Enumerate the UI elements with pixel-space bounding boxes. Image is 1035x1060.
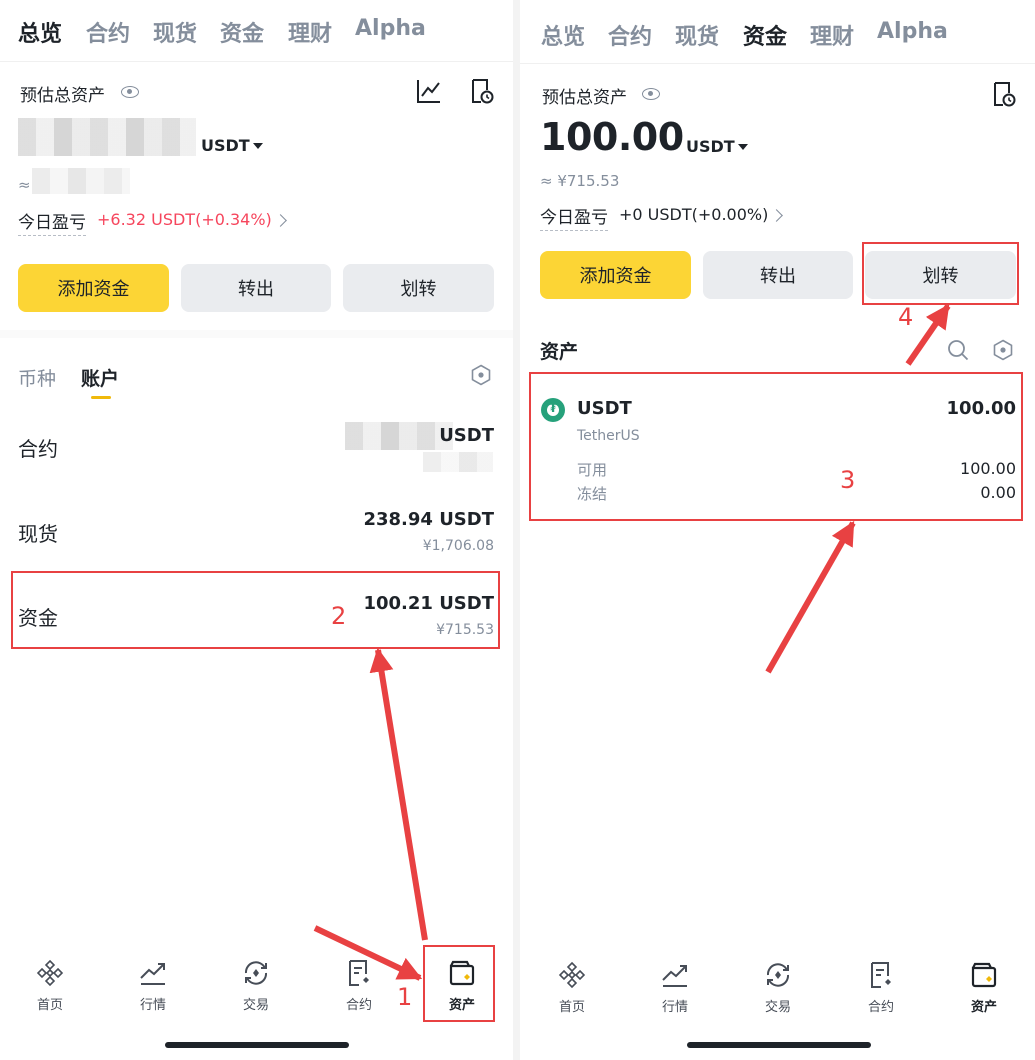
account-futures-label[interactable]: 合约: [18, 433, 58, 462]
tab-earn[interactable]: 理财: [810, 19, 854, 51]
hidden-cny-value: [32, 168, 130, 194]
section-divider: [0, 330, 513, 338]
hidden-futures-amount: [345, 422, 453, 450]
nav-markets[interactable]: 行情: [113, 958, 193, 1013]
search-icon[interactable]: [947, 339, 969, 361]
nav-trade[interactable]: 交易: [216, 958, 296, 1013]
pnl-value: +0 USDT(+0.00%): [619, 205, 769, 224]
currency-unit[interactable]: USDT: [686, 137, 735, 156]
wallet-icon: [971, 962, 997, 988]
caret-down-icon[interactable]: [738, 144, 748, 150]
trade-icon: [766, 963, 790, 987]
futures-icon: [349, 960, 369, 986]
approx-cny: ≈ ¥715.53: [540, 172, 620, 190]
highlight-usdt-card[interactable]: [529, 372, 1023, 521]
pnl-value: +6.32 USDT(+0.34%): [97, 210, 272, 229]
home-indicator: [165, 1042, 349, 1048]
nav-markets[interactable]: 行情: [635, 960, 715, 1015]
withdraw-button[interactable]: 转出: [181, 264, 331, 312]
markets-icon: [662, 965, 687, 987]
tab-futures[interactable]: 合约: [608, 19, 652, 51]
highlight-funding-row[interactable]: [11, 571, 500, 649]
nav-home[interactable]: 首页: [10, 958, 90, 1013]
tab-alpha[interactable]: Alpha: [877, 19, 948, 44]
tab-funding[interactable]: 资金: [743, 19, 787, 51]
withdraw-button[interactable]: 转出: [703, 251, 853, 299]
top-tabs: 总览 合约 现货 资金 理财 Alpha: [0, 0, 513, 62]
chart-icon[interactable]: [416, 78, 442, 104]
tab-overview[interactable]: 总览: [541, 19, 585, 51]
annotation-4: 4: [898, 303, 914, 331]
estimated-assets-label: 预估总资产: [542, 88, 627, 108]
chevron-right-icon[interactable]: [274, 214, 287, 227]
pnl-label[interactable]: 今日盈亏: [18, 208, 86, 236]
tab-futures[interactable]: 合约: [86, 16, 130, 48]
caret-down-icon[interactable]: [253, 143, 263, 149]
transfer-button[interactable]: 划转: [343, 264, 494, 312]
annotation-3: 3: [840, 466, 856, 494]
history-icon[interactable]: [470, 78, 494, 104]
markets-icon: [140, 963, 165, 985]
annotation-2: 2: [331, 602, 347, 630]
spot-amount: 238.94 USDT: [363, 509, 494, 530]
history-icon[interactable]: [992, 81, 1016, 107]
add-funds-button[interactable]: 添加资金: [18, 264, 169, 312]
annotation-1: 1: [397, 983, 413, 1011]
tab-overview[interactable]: 总览: [18, 16, 62, 48]
settings-hex-icon[interactable]: [992, 339, 1014, 361]
nav-assets[interactable]: 资产: [944, 960, 1024, 1015]
highlight-transfer-button[interactable]: [862, 242, 1019, 305]
futures-icon: [871, 962, 891, 988]
panel-divider: [513, 0, 520, 1060]
eye-icon[interactable]: [642, 88, 660, 100]
hidden-futures-cny: [423, 452, 493, 472]
binance-home-icon: [558, 961, 586, 989]
nav-home[interactable]: 首页: [532, 960, 612, 1015]
eye-icon[interactable]: [121, 86, 139, 98]
nav-futures[interactable]: 合约: [841, 960, 921, 1015]
nav-futures[interactable]: 合约: [319, 958, 399, 1013]
tab-spot[interactable]: 现货: [153, 16, 197, 48]
spot-cny: ¥1,706.08: [422, 538, 494, 554]
left-screen: 总览 合约 现货 资金 理财 Alpha 预估总资产 USDT ≈ 今日盈亏 +…: [0, 0, 513, 1060]
right-screen: 总览 合约 现货 资金 理财 Alpha 预估总资产 100.00 USDT ≈…: [520, 0, 1035, 1060]
currency-unit[interactable]: USDT: [201, 136, 250, 155]
active-tab-indicator: [91, 396, 111, 399]
tab-funding[interactable]: 资金: [220, 16, 264, 48]
tab-spot[interactable]: 现货: [675, 19, 719, 51]
highlight-assets-tab[interactable]: [423, 945, 495, 1022]
top-tabs: 总览 合约 现货 资金 理财 Alpha: [520, 0, 1035, 64]
tab-earn[interactable]: 理财: [288, 16, 332, 48]
home-indicator: [687, 1042, 871, 1048]
trade-icon: [244, 961, 268, 985]
total-balance: 100.00: [540, 115, 684, 159]
binance-home-icon: [36, 959, 64, 987]
chevron-right-icon[interactable]: [770, 209, 783, 222]
pnl-label[interactable]: 今日盈亏: [540, 203, 608, 231]
account-spot-label[interactable]: 现货: [18, 518, 58, 547]
estimated-assets-label: 预估总资产: [20, 86, 105, 106]
nav-trade[interactable]: 交易: [738, 960, 818, 1015]
hidden-total-balance: [18, 118, 196, 156]
futures-unit: USDT: [439, 425, 494, 446]
tab-alpha[interactable]: Alpha: [355, 16, 426, 41]
add-funds-button[interactable]: 添加资金: [540, 251, 691, 299]
settings-hex-icon[interactable]: [470, 364, 492, 386]
assets-title: 资产: [540, 341, 579, 363]
approx-sign: ≈: [18, 176, 31, 194]
tab-account[interactable]: 账户: [81, 364, 119, 391]
tab-coin[interactable]: 币种: [18, 364, 56, 391]
